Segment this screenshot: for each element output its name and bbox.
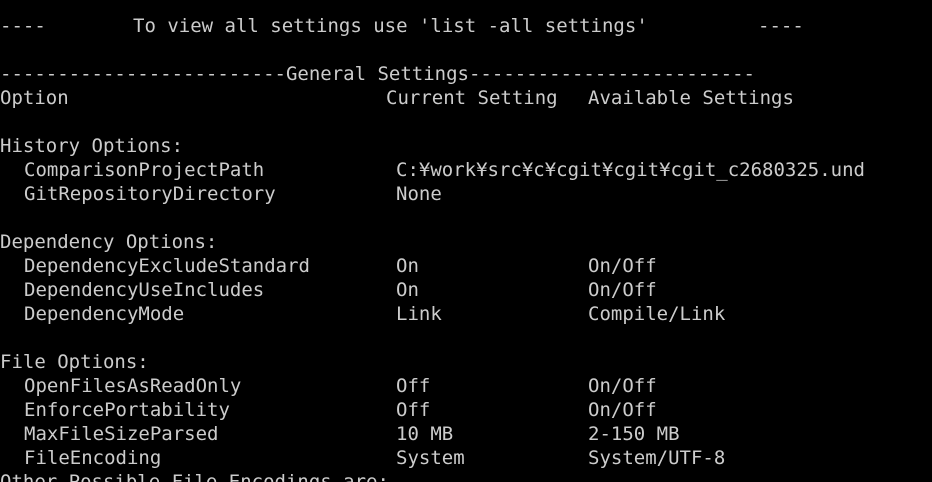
- setting-option: DependencyMode: [24, 303, 185, 325]
- column-header-available: Available Settings: [588, 87, 794, 109]
- setting-current: C:¥work¥src¥c¥cgit¥cgit¥cgit_c2680325.un…: [396, 159, 865, 181]
- setting-current: System: [396, 447, 465, 469]
- setting-available: Compile/Link: [588, 303, 726, 325]
- column-header-row: Option Current Setting Available Setting…: [0, 86, 794, 110]
- trailing-line: Other Possible File Encodings are:: [0, 471, 389, 482]
- setting-row: MaxFileSizeParsed 10 MB 2-150 MB: [0, 422, 680, 446]
- setting-row: FileEncoding System System/UTF-8: [0, 446, 725, 470]
- console-window[interactable]: ---- To view all settings use 'list -all…: [0, 0, 932, 482]
- setting-available: On/Off: [588, 375, 657, 397]
- setting-option: GitRepositoryDirectory: [24, 183, 276, 205]
- banner-line: ---- To view all settings use 'list -all…: [0, 14, 804, 38]
- section-rule: -------------------------General Setting…: [0, 63, 755, 85]
- group-title-dependency: Dependency Options:: [0, 231, 218, 253]
- setting-current: On: [396, 279, 419, 301]
- setting-available: On/Off: [588, 399, 657, 421]
- setting-current: None: [396, 183, 442, 205]
- setting-current: Link: [396, 303, 442, 325]
- banner-right-dashes: ----: [758, 15, 804, 37]
- setting-available: On/Off: [588, 255, 657, 277]
- setting-available: 2-150 MB: [588, 423, 680, 445]
- setting-row: OpenFilesAsReadOnly Off On/Off: [0, 374, 657, 398]
- setting-available: System/UTF-8: [588, 447, 726, 469]
- setting-option: DependencyUseIncludes: [24, 279, 265, 301]
- column-header-option: Option: [0, 87, 69, 109]
- setting-row: EnforcePortability Off On/Off: [0, 398, 657, 422]
- group-title-history: History Options:: [0, 135, 184, 157]
- setting-option: DependencyExcludeStandard: [24, 255, 310, 277]
- setting-current: On: [396, 255, 419, 277]
- setting-option: OpenFilesAsReadOnly: [24, 375, 242, 397]
- setting-current: 10 MB: [396, 423, 454, 445]
- setting-current: Off: [396, 399, 431, 421]
- setting-row: DependencyUseIncludes On On/Off: [0, 278, 657, 302]
- setting-option: ComparisonProjectPath: [24, 159, 265, 181]
- setting-option: EnforcePortability: [24, 399, 230, 421]
- column-header-current: Current Setting: [386, 87, 558, 109]
- group-title-file: File Options:: [0, 351, 149, 373]
- banner-message: To view all settings use 'list -all sett…: [133, 15, 648, 37]
- banner-left-dashes: ----: [0, 15, 46, 37]
- setting-row: ComparisonProjectPath C:¥work¥src¥c¥cgit…: [0, 158, 865, 182]
- setting-row: DependencyMode Link Compile/Link: [0, 302, 725, 326]
- setting-available: On/Off: [588, 279, 657, 301]
- setting-current: Off: [396, 375, 431, 397]
- setting-row: DependencyExcludeStandard On On/Off: [0, 254, 657, 278]
- setting-row: GitRepositoryDirectory None: [0, 182, 442, 206]
- setting-option: MaxFileSizeParsed: [24, 423, 219, 445]
- setting-option: FileEncoding: [24, 447, 162, 469]
